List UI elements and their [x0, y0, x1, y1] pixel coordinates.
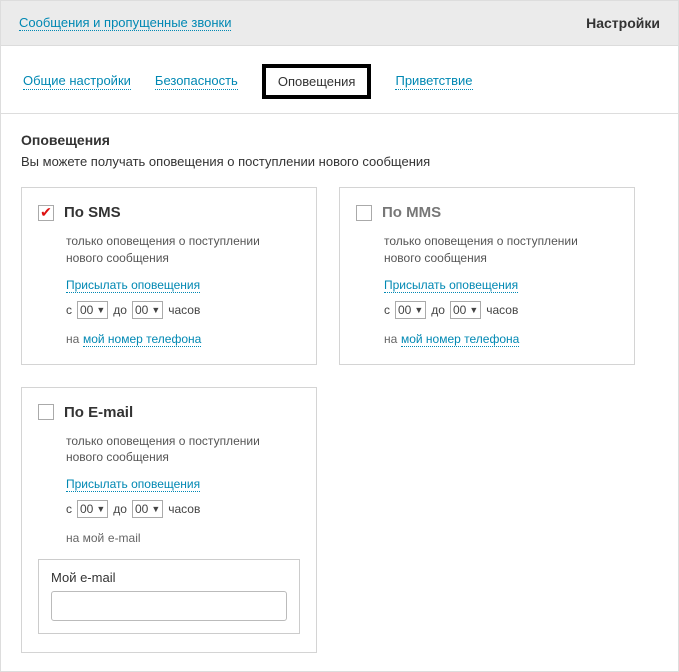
email-suffix: e-mail [108, 531, 141, 545]
mms-phone-link[interactable]: мой номер телефона [401, 332, 519, 347]
checkbox-email[interactable] [38, 404, 54, 420]
panel-email-sub: только оповещения о поступлении нового с… [66, 433, 300, 467]
panel-sms-title: По SMS [64, 204, 121, 221]
select-value: 00 [135, 502, 148, 516]
label-hours: часов [486, 303, 518, 317]
tabs-bar: Общие настройки Безопасность Оповещения … [1, 46, 678, 114]
label-to: до [113, 502, 127, 516]
panel-sms: ✔ По SMS только оповещения о поступлении… [21, 187, 317, 365]
email-time-to-select[interactable]: 00 ▼ [132, 500, 163, 518]
panel-sms-sub: только оповещения о поступлении нового с… [66, 233, 300, 267]
mms-send-link[interactable]: Присылать оповещения [384, 278, 518, 293]
checkbox-sms[interactable]: ✔ [38, 205, 54, 221]
tab-notifications[interactable]: Оповещения [262, 64, 372, 99]
select-value: 00 [398, 303, 411, 317]
mms-time-row: с 00 ▼ до 00 ▼ часов [384, 301, 618, 319]
panel-mms-sub: только оповещения о поступлении нового с… [384, 233, 618, 267]
chevron-down-icon: ▼ [96, 305, 105, 315]
select-value: 00 [80, 303, 93, 317]
sms-send-link[interactable]: Присылать оповещения [66, 278, 200, 293]
section-title: Оповещения [21, 132, 658, 148]
label-from: с [384, 303, 390, 317]
mms-time-from-select[interactable]: 00 ▼ [395, 301, 426, 319]
label-hours: часов [168, 303, 200, 317]
section-desc: Вы можете получать оповещения о поступле… [21, 154, 658, 169]
chevron-down-icon: ▼ [151, 305, 160, 315]
label-to: до [431, 303, 445, 317]
chevron-down-icon: ▼ [414, 305, 423, 315]
sms-time-row: с 00 ▼ до 00 ▼ часов [66, 301, 300, 319]
sms-phone-link[interactable]: мой номер телефона [83, 332, 201, 347]
email-time-from-select[interactable]: 00 ▼ [77, 500, 108, 518]
email-field[interactable] [51, 591, 287, 621]
select-value: 00 [453, 303, 466, 317]
label-to-my: на мой [66, 531, 104, 545]
tab-greeting[interactable]: Приветствие [395, 73, 472, 90]
sms-time-to-select[interactable]: 00 ▼ [132, 301, 163, 319]
email-time-row: с 00 ▼ до 00 ▼ часов [66, 500, 300, 518]
tab-security[interactable]: Безопасность [155, 73, 238, 90]
email-send-link[interactable]: Присылать оповещения [66, 477, 200, 492]
chevron-down-icon: ▼ [469, 305, 478, 315]
sms-time-from-select[interactable]: 00 ▼ [77, 301, 108, 319]
chevron-down-icon: ▼ [96, 504, 105, 514]
panel-email-title: По E-mail [64, 404, 133, 421]
label-from: с [66, 303, 72, 317]
label-hours: часов [168, 502, 200, 516]
settings-title: Настройки [586, 15, 660, 31]
label-to: до [113, 303, 127, 317]
checkbox-mms[interactable] [356, 205, 372, 221]
panel-mms: По MMS только оповещения о поступлении н… [339, 187, 635, 365]
chevron-down-icon: ▼ [151, 504, 160, 514]
breadcrumb-link[interactable]: Сообщения и пропущенные звонки [19, 15, 231, 31]
label-to-prefix: на [66, 332, 79, 346]
label-to-prefix: на [384, 332, 397, 346]
panel-email: По E-mail только оповещения о поступлени… [21, 387, 317, 654]
panel-mms-title: По MMS [382, 204, 441, 221]
label-from: с [66, 502, 72, 516]
select-value: 00 [135, 303, 148, 317]
email-input-box: Мой e-mail [38, 559, 300, 634]
select-value: 00 [80, 502, 93, 516]
tab-general[interactable]: Общие настройки [23, 73, 131, 90]
mms-time-to-select[interactable]: 00 ▼ [450, 301, 481, 319]
email-field-label: Мой e-mail [51, 570, 287, 585]
top-bar: Сообщения и пропущенные звонки Настройки [1, 1, 678, 46]
